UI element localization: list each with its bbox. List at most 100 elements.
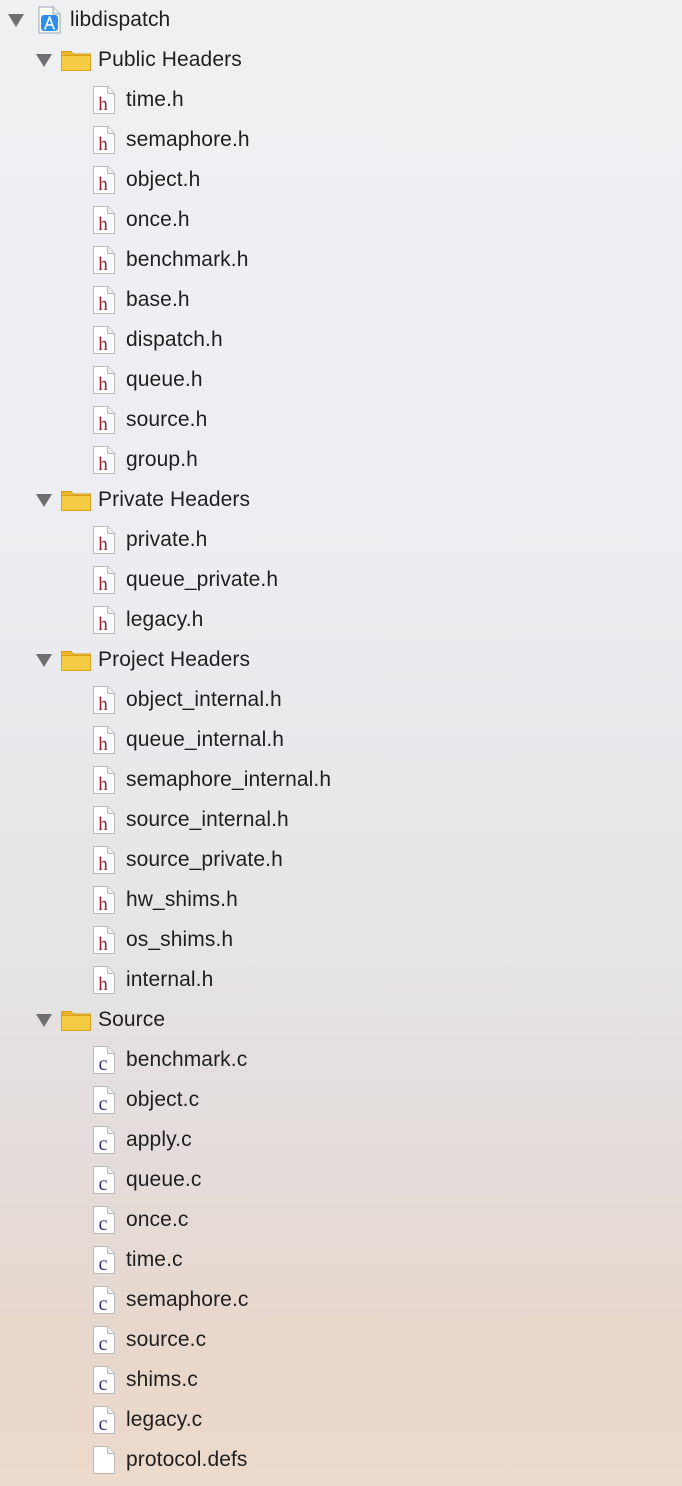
file-row[interactable]: c shims.c bbox=[0, 1360, 682, 1400]
disclosure-triangle-expanded-icon[interactable] bbox=[36, 654, 52, 667]
xcode-project-icon bbox=[36, 6, 62, 34]
svg-text:h: h bbox=[98, 254, 108, 275]
svg-text:h: h bbox=[98, 614, 108, 635]
item-label: source.c bbox=[126, 1328, 207, 1351]
c-source-file-icon: c bbox=[92, 1325, 116, 1355]
file-row[interactable]: c queue.c bbox=[0, 1160, 682, 1200]
file-row[interactable]: h base.h bbox=[0, 280, 682, 320]
file-row[interactable]: h object_internal.h bbox=[0, 680, 682, 720]
disclosure-triangle-expanded-icon[interactable] bbox=[36, 54, 52, 67]
item-label: group.h bbox=[126, 448, 198, 471]
file-row[interactable]: c apply.c bbox=[0, 1120, 682, 1160]
header-file-icon: h bbox=[92, 845, 116, 875]
svg-text:c: c bbox=[99, 1413, 108, 1435]
header-file-icon: h bbox=[92, 325, 116, 355]
file-row[interactable]: c benchmark.c bbox=[0, 1040, 682, 1080]
svg-text:h: h bbox=[98, 134, 108, 155]
file-row[interactable]: h benchmark.h bbox=[0, 240, 682, 280]
svg-text:h: h bbox=[98, 294, 108, 315]
disclosure-triangle-expanded-icon[interactable] bbox=[36, 1014, 52, 1027]
item-label: private.h bbox=[126, 528, 208, 551]
file-row[interactable]: h semaphore.h bbox=[0, 120, 682, 160]
item-label: time.c bbox=[126, 1248, 183, 1271]
header-file-icon: h bbox=[92, 725, 116, 755]
disclosure-triangle-expanded-icon[interactable] bbox=[36, 494, 52, 507]
file-row[interactable]: h object.h bbox=[0, 160, 682, 200]
item-label: legacy.h bbox=[126, 608, 204, 631]
item-label: apply.c bbox=[126, 1128, 192, 1151]
file-row[interactable]: c object.c bbox=[0, 1080, 682, 1120]
svg-text:c: c bbox=[99, 1373, 108, 1395]
item-label: dispatch.h bbox=[126, 328, 223, 351]
item-label: hw_shims.h bbox=[126, 888, 238, 911]
item-label: benchmark.c bbox=[126, 1048, 248, 1071]
file-row[interactable]: h source_internal.h bbox=[0, 800, 682, 840]
header-file-icon: h bbox=[92, 165, 116, 195]
file-row[interactable]: h private.h bbox=[0, 520, 682, 560]
file-row[interactable]: h source_private.h bbox=[0, 840, 682, 880]
item-label: semaphore.h bbox=[126, 128, 250, 151]
file-row[interactable]: h semaphore_internal.h bbox=[0, 760, 682, 800]
item-label: Public Headers bbox=[98, 48, 242, 71]
file-row[interactable]: protocol.defs bbox=[0, 1440, 682, 1480]
file-row[interactable]: c time.c bbox=[0, 1240, 682, 1280]
file-row[interactable]: c legacy.c bbox=[0, 1400, 682, 1440]
header-file-icon: h bbox=[92, 245, 116, 275]
group-row[interactable]: Source bbox=[0, 1000, 682, 1040]
file-row[interactable]: h queue.h bbox=[0, 360, 682, 400]
header-file-icon: h bbox=[92, 885, 116, 915]
item-label: once.h bbox=[126, 208, 190, 231]
folder-icon bbox=[60, 488, 92, 512]
c-source-file-icon: c bbox=[92, 1365, 116, 1395]
svg-text:h: h bbox=[98, 334, 108, 355]
group-row[interactable]: Public Headers bbox=[0, 40, 682, 80]
group-row[interactable]: Private Headers bbox=[0, 480, 682, 520]
file-row[interactable]: c source.c bbox=[0, 1320, 682, 1360]
item-label: object_internal.h bbox=[126, 688, 282, 711]
item-label: queue.h bbox=[126, 368, 203, 391]
header-file-icon: h bbox=[92, 525, 116, 555]
svg-text:h: h bbox=[98, 734, 108, 755]
file-row[interactable]: h legacy.h bbox=[0, 600, 682, 640]
svg-text:h: h bbox=[98, 854, 108, 875]
svg-text:c: c bbox=[99, 1333, 108, 1355]
project-row[interactable]: libdispatch bbox=[0, 0, 682, 40]
group-row[interactable]: Project Headers bbox=[0, 640, 682, 680]
file-row[interactable]: h group.h bbox=[0, 440, 682, 480]
item-label: protocol.defs bbox=[126, 1448, 248, 1471]
file-row[interactable]: h dispatch.h bbox=[0, 320, 682, 360]
svg-text:c: c bbox=[99, 1293, 108, 1315]
item-label: source.h bbox=[126, 408, 208, 431]
file-row[interactable]: h once.h bbox=[0, 200, 682, 240]
svg-text:h: h bbox=[98, 414, 108, 435]
c-source-file-icon: c bbox=[92, 1125, 116, 1155]
item-label: base.h bbox=[126, 288, 190, 311]
svg-text:h: h bbox=[98, 214, 108, 235]
c-source-file-icon: c bbox=[92, 1285, 116, 1315]
file-row[interactable]: h queue_internal.h bbox=[0, 720, 682, 760]
file-row[interactable]: h os_shims.h bbox=[0, 920, 682, 960]
header-file-icon: h bbox=[92, 685, 116, 715]
svg-text:h: h bbox=[98, 814, 108, 835]
svg-text:c: c bbox=[99, 1093, 108, 1115]
header-file-icon: h bbox=[92, 765, 116, 795]
file-row[interactable]: c once.c bbox=[0, 1200, 682, 1240]
item-label: source_internal.h bbox=[126, 808, 289, 831]
file-row[interactable]: c semaphore.c bbox=[0, 1280, 682, 1320]
svg-text:h: h bbox=[98, 934, 108, 955]
svg-text:h: h bbox=[98, 374, 108, 395]
file-row[interactable]: h internal.h bbox=[0, 960, 682, 1000]
disclosure-triangle-expanded-icon[interactable] bbox=[8, 14, 24, 27]
svg-text:h: h bbox=[98, 534, 108, 555]
item-label: Source bbox=[98, 1008, 166, 1031]
item-label: semaphore_internal.h bbox=[126, 768, 332, 791]
file-row[interactable]: h queue_private.h bbox=[0, 560, 682, 600]
c-source-file-icon: c bbox=[92, 1205, 116, 1235]
item-label: queue_private.h bbox=[126, 568, 279, 591]
svg-text:h: h bbox=[98, 894, 108, 915]
file-row[interactable]: h time.h bbox=[0, 80, 682, 120]
file-row[interactable]: h source.h bbox=[0, 400, 682, 440]
header-file-icon: h bbox=[92, 125, 116, 155]
c-source-file-icon: c bbox=[92, 1085, 116, 1115]
file-row[interactable]: h hw_shims.h bbox=[0, 880, 682, 920]
